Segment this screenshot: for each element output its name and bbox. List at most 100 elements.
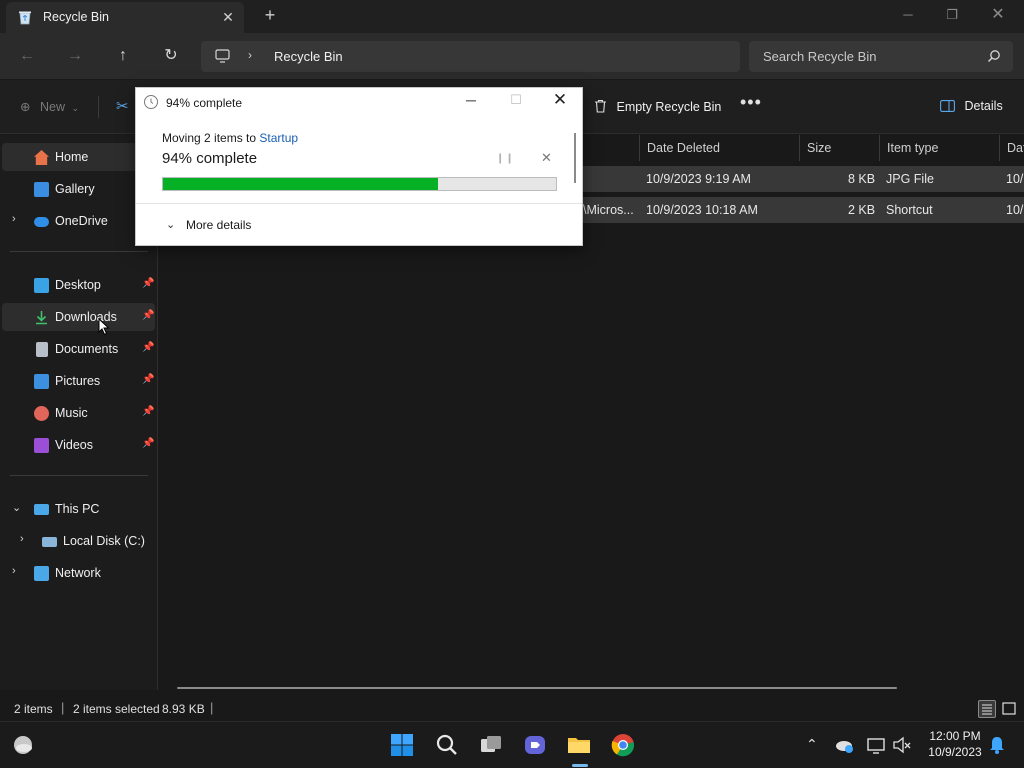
cell-date: 10/9: [1006, 172, 1024, 186]
column-header-date-deleted[interactable]: Date Deleted: [639, 135, 799, 161]
chevron-right-icon[interactable]: ›: [12, 565, 16, 577]
title-bar: Recycle Bin ✕ + ─ ❐ ✕: [0, 0, 1024, 33]
back-arrow-icon[interactable]: ←: [16, 45, 38, 67]
close-window-icon[interactable]: ✕: [986, 4, 1010, 26]
divider: [10, 251, 148, 252]
sidebar-item-local-disk[interactable]: › Local Disk (C:): [2, 527, 155, 555]
cell-item-type: JPG File: [886, 172, 934, 186]
monitor-icon: [215, 49, 230, 63]
chevron-right-icon[interactable]: ›: [20, 533, 24, 545]
navigation-bar: ← → ↑ ↻ › Recycle Bin Search Recycle Bin: [0, 33, 1024, 79]
tiles-view-icon[interactable]: [1000, 700, 1018, 718]
destination-link[interactable]: Startup: [259, 131, 298, 145]
pin-icon[interactable]: 📌: [142, 438, 154, 449]
active-app-indicator: [572, 764, 588, 767]
sidebar-item-label: Documents: [55, 342, 119, 356]
pin-icon[interactable]: 📌: [142, 374, 154, 385]
column-header-item-type[interactable]: Item type: [879, 135, 999, 161]
teams-chat-icon[interactable]: [523, 733, 547, 757]
empty-recycle-bin-button[interactable]: Empty Recycle Bin: [594, 99, 721, 114]
pin-icon[interactable]: 📌: [142, 406, 154, 417]
close-icon[interactable]: ✕: [550, 90, 570, 110]
search-placeholder: Search Recycle Bin: [763, 49, 877, 64]
restore-icon[interactable]: ❐: [940, 4, 964, 26]
chrome-icon[interactable]: [611, 733, 635, 757]
sidebar-item-home[interactable]: Home: [2, 143, 155, 171]
sidebar-item-videos[interactable]: Videos 📌: [2, 431, 155, 459]
mouse-cursor-icon: [98, 318, 110, 336]
sidebar-item-label: Home: [55, 150, 89, 164]
sidebar-item-desktop[interactable]: Desktop 📌: [2, 271, 155, 299]
new-label: New: [39, 100, 65, 114]
dialog-title: 94% complete: [166, 96, 243, 110]
cloud-icon: [34, 217, 49, 227]
sidebar-item-this-pc[interactable]: ⌄ This PC: [2, 495, 155, 523]
clock-date[interactable]: 10/9/2023: [920, 745, 990, 759]
chevron-down-icon[interactable]: ⌄: [12, 501, 21, 514]
task-view-icon[interactable]: [479, 733, 503, 757]
tab-recycle-bin[interactable]: Recycle Bin ✕: [6, 2, 244, 33]
details-pane-button[interactable]: Details: [940, 99, 1003, 113]
status-bar: 2 items | 2 items selected 8.93 KB |: [0, 697, 1024, 721]
details-view-icon[interactable]: [978, 700, 996, 718]
sidebar-item-network[interactable]: › Network: [2, 559, 155, 587]
vertical-scrollbar[interactable]: [574, 133, 576, 183]
gallery-icon: [34, 182, 49, 197]
notification-bell-icon[interactable]: [988, 733, 1006, 757]
onedrive-status-icon[interactable]: [835, 733, 855, 757]
trash-icon: [595, 99, 606, 113]
chevron-up-icon[interactable]: ⌃: [806, 736, 818, 753]
progress-bar: [162, 177, 557, 191]
horizontal-scrollbar[interactable]: [177, 687, 897, 689]
sidebar-item-onedrive[interactable]: › OneDrive: [2, 207, 155, 235]
chevron-right-icon[interactable]: ›: [12, 213, 16, 225]
breadcrumb[interactable]: Recycle Bin: [274, 49, 343, 64]
sidebar-item-downloads[interactable]: Downloads 📌: [2, 303, 155, 331]
tab-close-icon[interactable]: ✕: [220, 7, 236, 27]
selection-size: 8.93 KB: [162, 702, 205, 716]
minimize-icon[interactable]: ─: [896, 4, 920, 26]
operation-description: Moving 2 items to Startup: [162, 131, 298, 145]
pin-icon[interactable]: 📌: [142, 342, 154, 353]
clock-time[interactable]: 12:00 PM: [920, 729, 990, 743]
up-arrow-icon[interactable]: ↑: [112, 45, 134, 67]
desktop-icon: [34, 278, 49, 293]
search-input[interactable]: Search Recycle Bin: [749, 41, 1013, 72]
cell-location: \Micros...: [583, 203, 634, 217]
pin-icon[interactable]: 📌: [142, 278, 154, 289]
pin-icon[interactable]: 📌: [142, 310, 154, 321]
cut-icon[interactable]: ✂: [116, 97, 134, 115]
new-button[interactable]: ⊕ New ⌄: [20, 99, 79, 114]
chevron-right-icon[interactable]: ›: [248, 48, 252, 62]
sidebar-item-documents[interactable]: Documents 📌: [2, 335, 155, 363]
chevron-down-icon[interactable]: ⌄: [166, 218, 175, 231]
more-details-button[interactable]: More details: [186, 218, 251, 232]
display-icon[interactable]: [866, 733, 886, 757]
dialog-title-bar[interactable]: 94% complete ─ ☐ ✕: [136, 88, 582, 117]
network-icon: [34, 566, 49, 581]
sidebar-item-pictures[interactable]: Pictures 📌: [2, 367, 155, 395]
sidebar-item-music[interactable]: Music 📌: [2, 399, 155, 427]
cancel-icon[interactable]: ✕: [541, 150, 552, 166]
forward-arrow-icon[interactable]: →: [64, 45, 86, 67]
more-options-icon[interactable]: •••: [740, 92, 762, 113]
minimize-icon[interactable]: ─: [461, 92, 481, 108]
column-header-date[interactable]: Dat: [999, 135, 1024, 161]
search-icon[interactable]: [435, 733, 459, 757]
chevron-down-icon: ⌄: [71, 103, 80, 113]
address-bar[interactable]: › Recycle Bin: [201, 41, 740, 72]
refresh-icon[interactable]: ↻: [160, 45, 182, 67]
windows-start-icon[interactable]: [390, 733, 414, 757]
computer-icon: [34, 504, 49, 515]
item-count: 2 items: [14, 702, 53, 716]
weather-icon[interactable]: [11, 733, 35, 757]
pause-icon[interactable]: ❙❙: [496, 153, 515, 164]
search-icon: [988, 50, 1000, 62]
new-tab-icon[interactable]: +: [261, 5, 279, 25]
sidebar-item-gallery[interactable]: Gallery: [2, 175, 155, 203]
column-header-size[interactable]: Size: [799, 135, 879, 161]
file-explorer-icon[interactable]: [567, 733, 591, 757]
volume-muted-icon[interactable]: [892, 733, 912, 757]
music-icon: [34, 406, 49, 421]
cell-date: 10/9: [1006, 203, 1024, 217]
